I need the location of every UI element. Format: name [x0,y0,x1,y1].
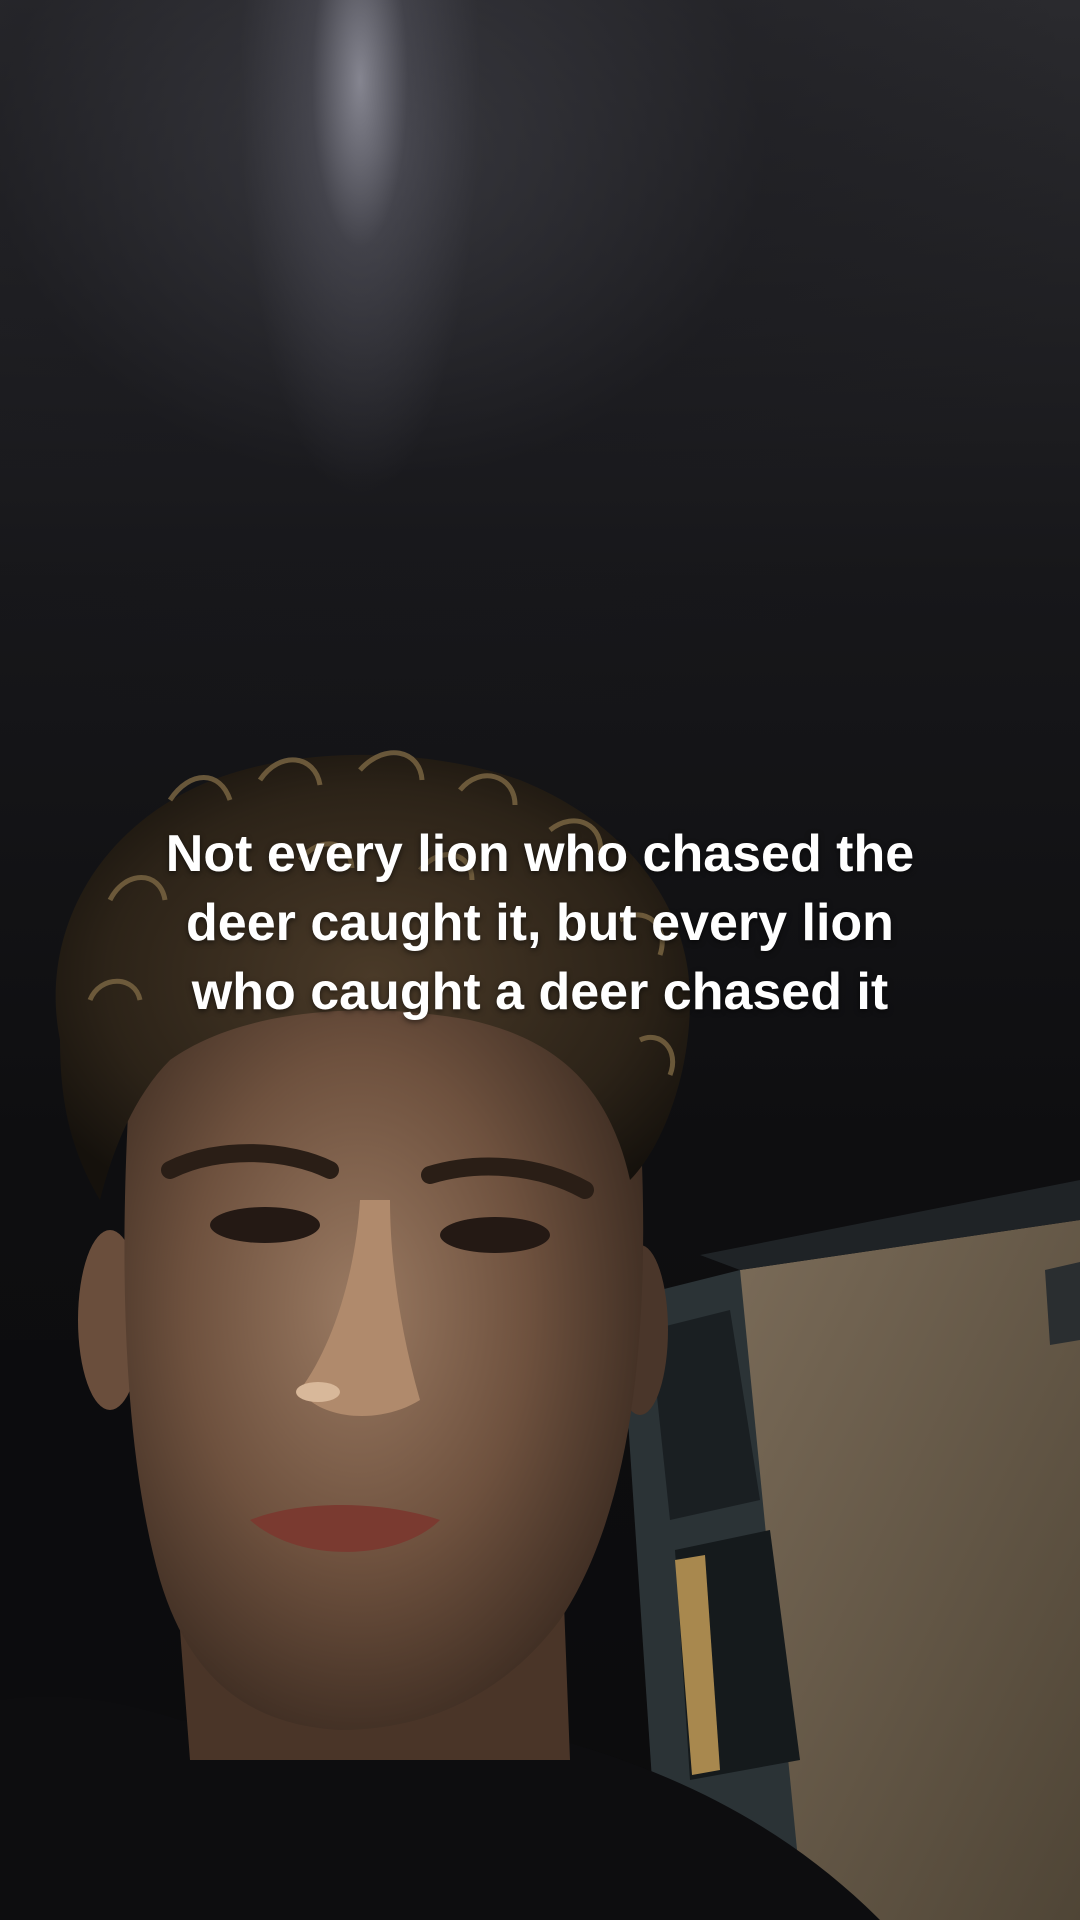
right-eye [440,1217,550,1253]
left-eye [210,1207,320,1243]
small-window [1045,1262,1080,1345]
video-caption: Not every lion who chased the deer caugh… [165,825,915,1021]
nose-highlight [296,1382,340,1402]
video-frame: Not every lion who chased the deer caugh… [0,0,1080,1920]
